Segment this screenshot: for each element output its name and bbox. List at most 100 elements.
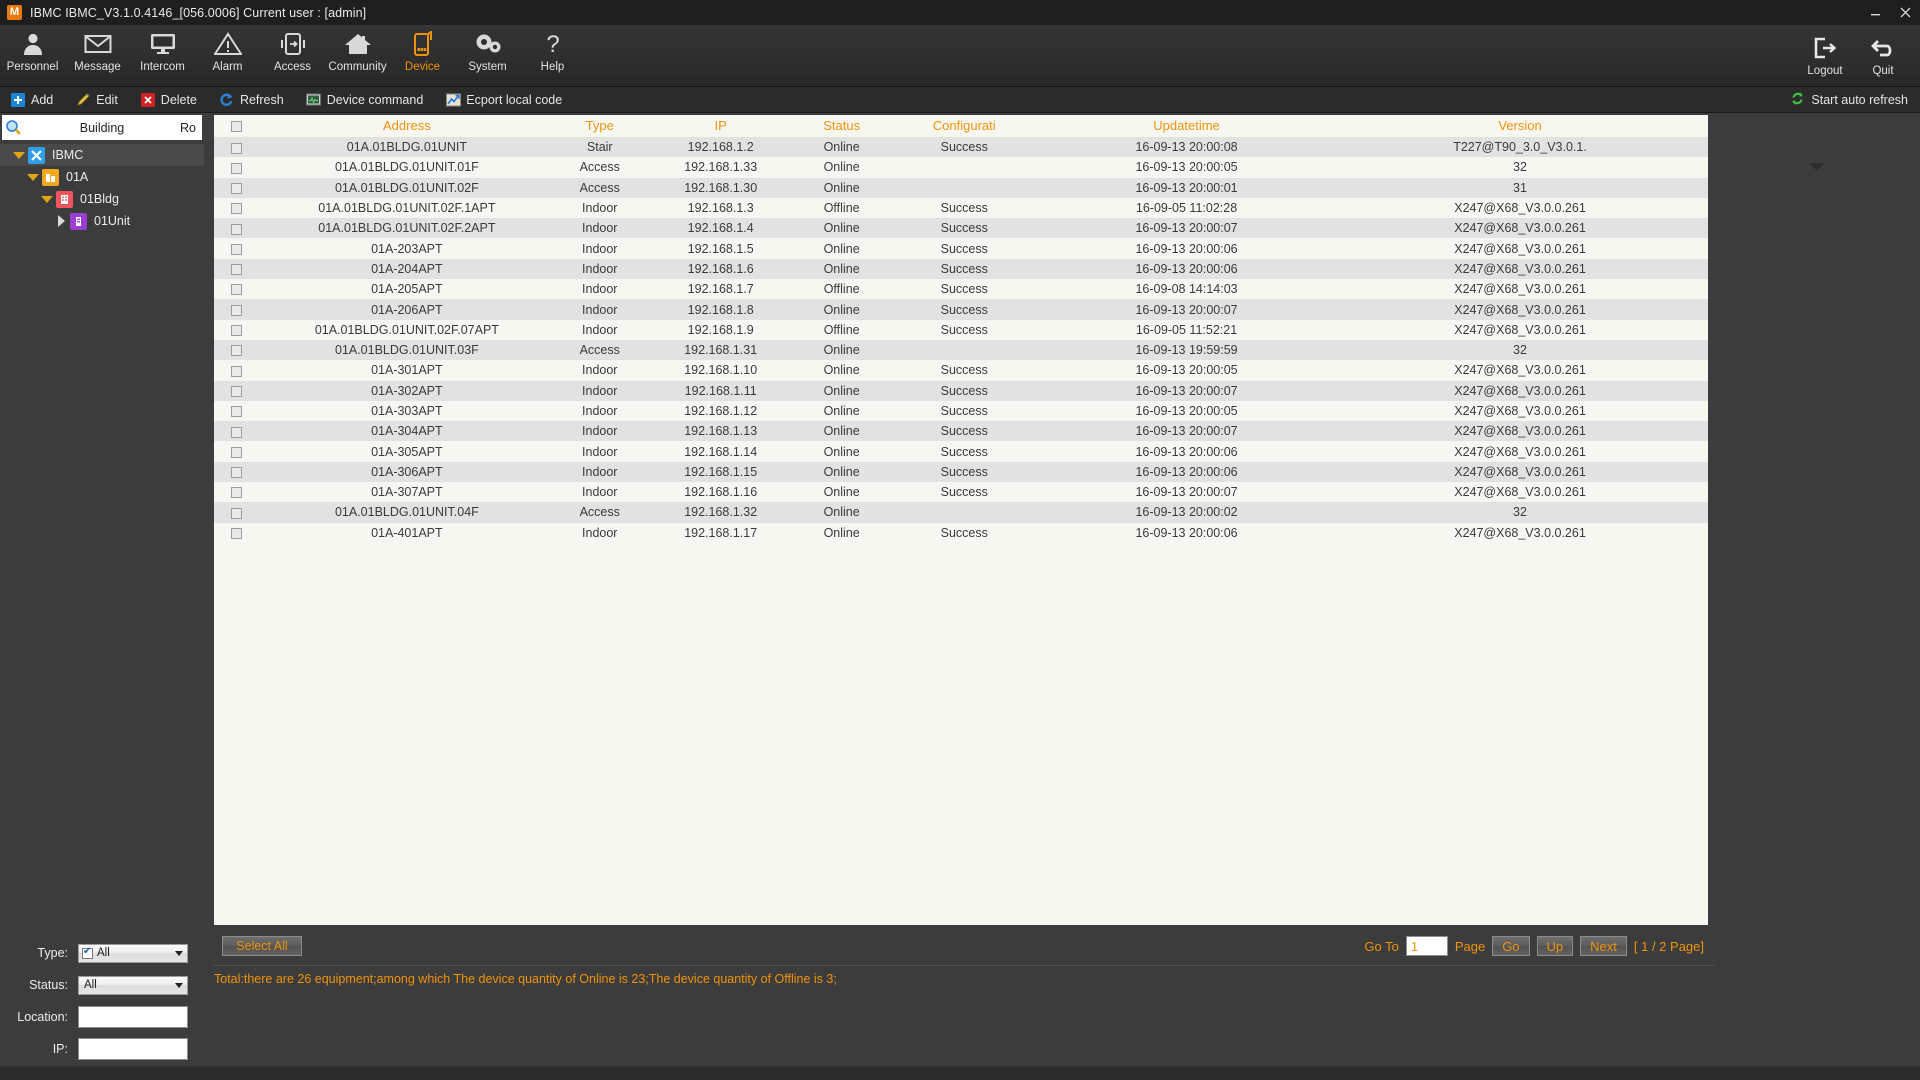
row-checkbox[interactable] bbox=[231, 385, 243, 397]
row-checkbox[interactable] bbox=[231, 487, 243, 499]
table-row[interactable]: 01A-204APT Indoor 192.168.1.6 Online Success… bbox=[214, 258, 1708, 280]
row-checkbox-cell[interactable] bbox=[214, 462, 260, 482]
table-row[interactable]: 01A.01BLDG.01UNIT.02F Access 192.168.1.30 O… bbox=[214, 177, 1708, 198]
table-row[interactable]: 01A.01BLDG.01UNIT.03F Access 192.168.1.31 O… bbox=[214, 339, 1708, 361]
nav-item-logout[interactable]: Logout bbox=[1796, 29, 1854, 77]
row-checkbox[interactable] bbox=[231, 406, 243, 418]
export-local-code-button[interactable]: Ecport local code bbox=[445, 92, 562, 108]
nav-item-quit[interactable]: Quit bbox=[1854, 29, 1912, 77]
row-checkbox[interactable] bbox=[231, 325, 243, 337]
location-input[interactable] bbox=[78, 1006, 188, 1028]
nav-item-system[interactable]: System bbox=[455, 25, 520, 73]
row-checkbox[interactable] bbox=[231, 304, 243, 316]
row-checkbox[interactable] bbox=[231, 345, 243, 357]
table-row[interactable]: 01A-304APT Indoor 192.168.1.13 Online Succes… bbox=[214, 421, 1708, 442]
chevron-down-icon[interactable] bbox=[175, 982, 183, 988]
table-row[interactable]: 01A-205APT Indoor 192.168.1.7 Offline Succes… bbox=[214, 279, 1708, 300]
delete-button[interactable]: Delete bbox=[140, 92, 197, 108]
nav-item-access[interactable]: Access bbox=[260, 25, 325, 73]
tree-search-header[interactable]: Building Ro bbox=[2, 115, 202, 140]
table-row[interactable]: 01A.01BLDG.01UNIT.04F Access 192.168.1.32 O… bbox=[214, 502, 1708, 523]
tree-item-01unit[interactable]: 01Unit bbox=[0, 210, 204, 232]
header-type[interactable]: Type bbox=[553, 115, 646, 138]
header-version[interactable]: Version bbox=[1332, 115, 1708, 138]
row-checkbox-cell[interactable] bbox=[214, 523, 260, 543]
row-checkbox[interactable] bbox=[231, 365, 243, 377]
table-row[interactable]: 01A.01BLDG.01UNIT.02F.1APT Indoor 192.168.… bbox=[214, 197, 1708, 219]
table-row[interactable]: 01A-401APT Indoor 192.168.1.17 Online Succes… bbox=[214, 522, 1708, 543]
chevron-down-icon[interactable] bbox=[1809, 163, 1825, 171]
table-row[interactable]: 01A-203APT Indoor 192.168.1.5 Online Success… bbox=[214, 238, 1708, 259]
nav-item-personnel[interactable]: Personnel bbox=[0, 25, 65, 73]
minimize-icon[interactable] bbox=[1860, 0, 1890, 25]
row-checkbox-cell[interactable] bbox=[214, 421, 260, 441]
row-checkbox-cell[interactable] bbox=[214, 137, 260, 157]
row-checkbox-cell[interactable] bbox=[214, 238, 260, 258]
page-number-input[interactable] bbox=[1405, 936, 1448, 956]
row-checkbox[interactable] bbox=[231, 243, 243, 255]
row-checkbox[interactable] bbox=[231, 446, 243, 458]
go-button[interactable]: Go bbox=[1492, 936, 1530, 956]
add-button[interactable]: Add bbox=[10, 92, 53, 108]
nav-item-help[interactable]: ? Help bbox=[520, 25, 585, 73]
select-all-button[interactable]: Select All bbox=[222, 936, 302, 956]
tree-item-01bldg[interactable]: 01Bldg bbox=[0, 188, 204, 210]
row-checkbox-cell[interactable] bbox=[214, 401, 260, 421]
table-row[interactable]: 01A.01BLDG.01UNIT.02F.2APT Indoor 192.168.… bbox=[214, 218, 1708, 239]
row-checkbox-cell[interactable] bbox=[214, 320, 260, 340]
chevron-down-icon[interactable] bbox=[38, 195, 56, 203]
table-row[interactable]: 01A-305APT Indoor 192.168.1.14 Online Succes… bbox=[214, 441, 1708, 462]
table-row[interactable]: 01A-307APT Indoor 192.168.1.16 Online Succes… bbox=[214, 482, 1708, 503]
row-checkbox-cell[interactable] bbox=[214, 178, 260, 198]
tree-item-ibmc[interactable]: IBMC bbox=[0, 144, 204, 166]
device-command-button[interactable]: Device command bbox=[306, 92, 423, 108]
row-checkbox-cell[interactable] bbox=[214, 279, 260, 299]
next-button[interactable]: Next bbox=[1580, 936, 1627, 956]
header-address[interactable]: Address bbox=[259, 115, 554, 138]
row-checkbox-cell[interactable] bbox=[214, 340, 260, 360]
type-select[interactable]: All bbox=[78, 943, 188, 963]
row-checkbox-cell[interactable] bbox=[214, 360, 260, 380]
row-checkbox-cell[interactable] bbox=[214, 482, 260, 502]
table-row[interactable]: 01A-301APT Indoor 192.168.1.10 Online Succes… bbox=[214, 360, 1708, 381]
table-row[interactable]: 01A-302APT Indoor 192.168.1.11 Online Succes… bbox=[214, 380, 1708, 401]
chevron-down-icon[interactable] bbox=[24, 173, 42, 181]
magnifier-icon[interactable] bbox=[2, 119, 24, 136]
nav-item-alarm[interactable]: Alarm bbox=[195, 25, 260, 73]
nav-item-intercom[interactable]: Intercom bbox=[130, 25, 195, 73]
tree-item-01a[interactable]: 01A bbox=[0, 166, 204, 188]
nav-item-community[interactable]: Community bbox=[325, 25, 390, 73]
close-icon[interactable] bbox=[1890, 0, 1920, 25]
header-updatetime[interactable]: Updatetime bbox=[1041, 115, 1333, 138]
row-checkbox[interactable] bbox=[231, 527, 243, 539]
row-checkbox-cell[interactable] bbox=[214, 218, 260, 238]
table-row[interactable]: 01A-206APT Indoor 192.168.1.8 Online Success… bbox=[214, 299, 1708, 320]
start-auto-refresh-button[interactable]: Start auto refresh bbox=[1790, 91, 1908, 109]
table-row[interactable]: 01A-303APT Indoor 192.168.1.12 Online Succes… bbox=[214, 400, 1708, 422]
row-checkbox[interactable] bbox=[231, 203, 243, 215]
row-checkbox-cell[interactable] bbox=[214, 502, 260, 522]
header-configuration[interactable]: Configurati bbox=[887, 115, 1042, 138]
edit-button[interactable]: Edit bbox=[75, 92, 118, 108]
table-row[interactable]: 01A-306APT Indoor 192.168.1.15 Online Succes… bbox=[214, 461, 1708, 483]
row-checkbox[interactable] bbox=[231, 182, 243, 194]
type-checkbox[interactable] bbox=[82, 946, 93, 959]
header-ip[interactable]: IP bbox=[645, 115, 796, 138]
up-button[interactable]: Up bbox=[1536, 936, 1574, 956]
table-row[interactable]: 01A.01BLDG.01UNIT.01F Access 192.168.1.33 O… bbox=[214, 157, 1708, 178]
row-checkbox-cell[interactable] bbox=[214, 259, 260, 279]
row-checkbox[interactable] bbox=[231, 284, 243, 296]
row-checkbox[interactable] bbox=[231, 142, 243, 154]
refresh-button[interactable]: Refresh bbox=[219, 92, 284, 108]
chevron-down-icon[interactable] bbox=[10, 151, 28, 159]
ip-input[interactable] bbox=[78, 1038, 188, 1060]
row-checkbox-cell[interactable] bbox=[214, 299, 260, 319]
table-row[interactable]: 01A.01BLDG.01UNIT.02F.07APT Indoor 192.168… bbox=[214, 319, 1708, 340]
row-checkbox-cell[interactable] bbox=[214, 441, 260, 461]
header-checkbox-cell[interactable] bbox=[214, 115, 260, 138]
row-checkbox[interactable] bbox=[231, 507, 243, 519]
status-select[interactable]: All bbox=[78, 975, 188, 995]
row-checkbox-cell[interactable] bbox=[214, 198, 260, 218]
row-checkbox[interactable] bbox=[231, 264, 243, 276]
header-status[interactable]: Status bbox=[795, 115, 888, 138]
